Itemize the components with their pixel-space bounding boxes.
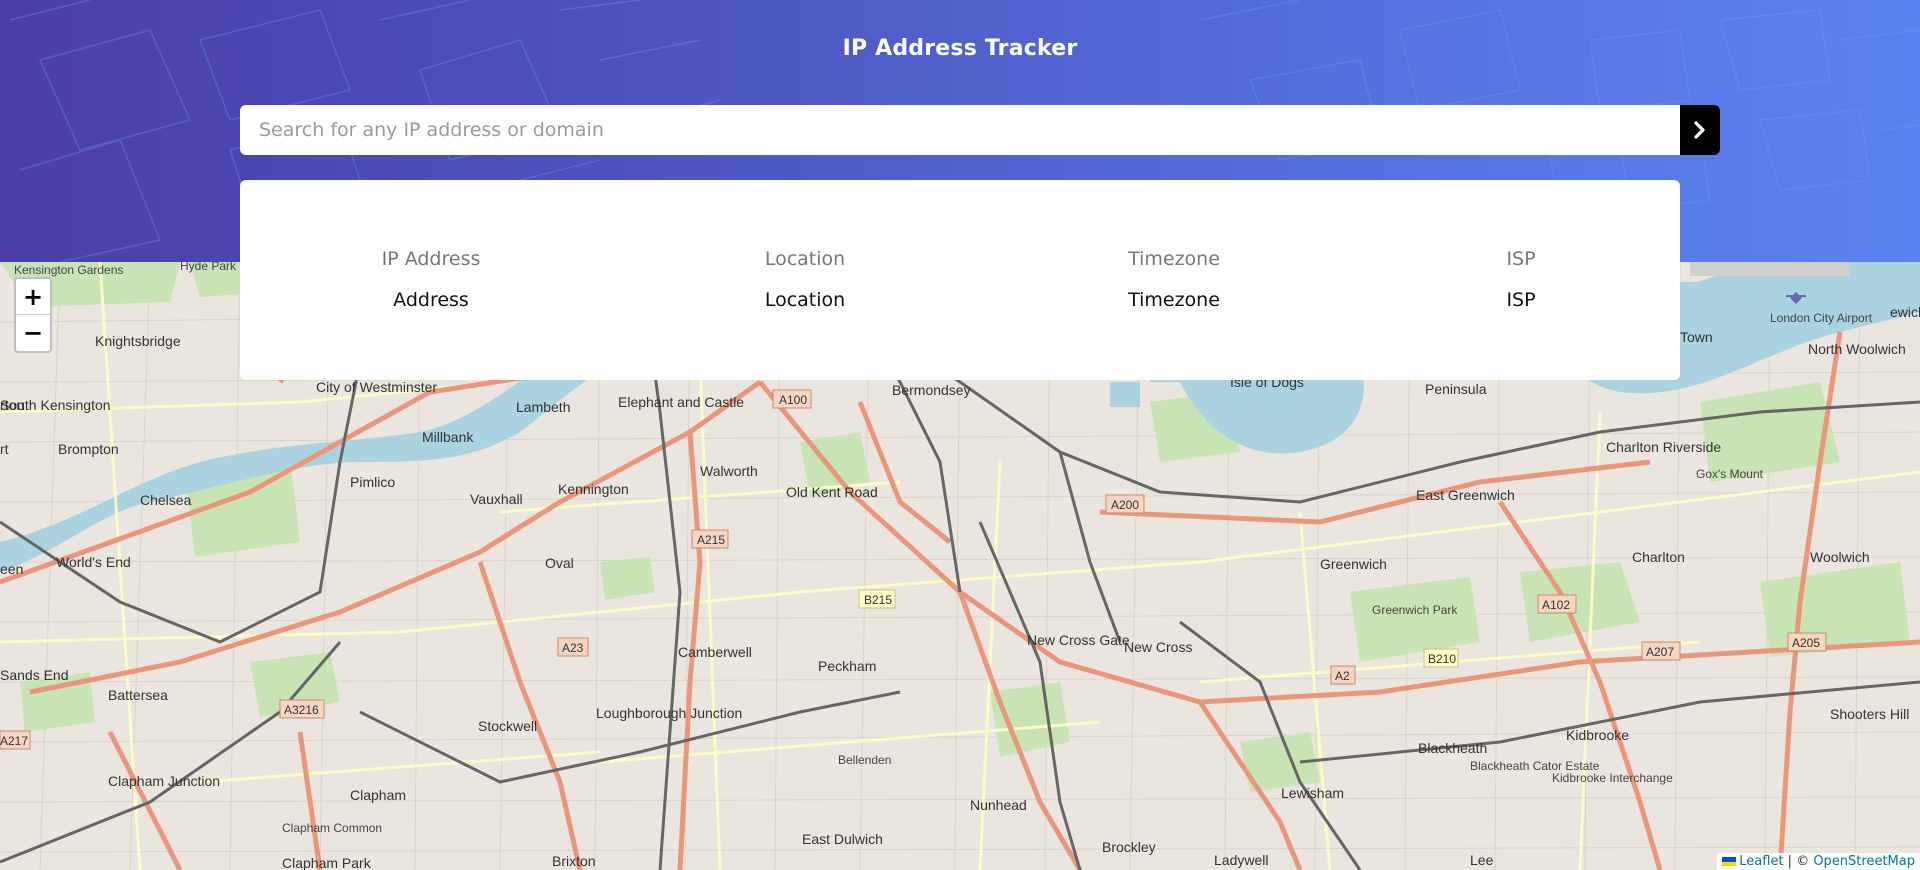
map-label: Charlton xyxy=(1632,549,1685,565)
map-label: Sands End xyxy=(0,667,69,683)
road-label: B210 xyxy=(1428,652,1456,666)
road-label: A200 xyxy=(1111,498,1139,512)
map-label: East Dulwich xyxy=(802,831,883,847)
map-label: Loughborough Junction xyxy=(596,705,742,721)
map-label: Shooters Hill xyxy=(1830,706,1909,722)
map-label: Greenwich xyxy=(1320,556,1387,572)
road-label: A23 xyxy=(562,641,584,655)
map-label: Charlton Riverside xyxy=(1606,439,1721,455)
map-label: Oval xyxy=(545,555,574,571)
map-label: Brixton xyxy=(552,853,596,869)
map-label: Peckham xyxy=(818,658,876,674)
ip-info-card: IP Address Address Location Location Tim… xyxy=(240,180,1680,380)
map-label: Kidbrooke xyxy=(1566,727,1629,743)
map-label: Kidbrooke Interchange xyxy=(1552,771,1673,785)
road-label: A217 xyxy=(0,734,28,748)
zoom-in-button[interactable]: + xyxy=(16,279,50,315)
map-label: Elephant and Castle xyxy=(618,394,744,410)
leaflet-link[interactable]: Leaflet xyxy=(1739,854,1783,869)
ip-address-column: IP Address Address xyxy=(301,248,561,311)
map-label: een xyxy=(0,561,23,577)
search-bar xyxy=(240,105,1720,155)
map-label: Battersea xyxy=(108,687,168,703)
map-label: Lee xyxy=(1470,852,1494,868)
isp-label: ISP xyxy=(1506,248,1536,270)
isp-column: ISP ISP xyxy=(1391,248,1651,311)
road-label: A205 xyxy=(1792,636,1820,650)
map-label: Clapham Park xyxy=(282,855,372,870)
road-label: A215 xyxy=(697,533,725,547)
map-label: Lambeth xyxy=(516,399,570,415)
road-label: A207 xyxy=(1646,645,1674,659)
map-label: Stockwell xyxy=(478,718,537,734)
map-label: Millbank xyxy=(422,429,474,445)
road-label: A100 xyxy=(779,393,807,407)
timezone-value: Timezone xyxy=(1128,289,1220,311)
map-label: London City Airport xyxy=(1770,311,1873,325)
map-label: Bermondsey xyxy=(892,382,971,398)
map-label: Town xyxy=(1680,329,1713,345)
map-label: Vauxhall xyxy=(470,491,523,507)
map-label: Greenwich Park xyxy=(1372,603,1458,617)
map-label: Brockley xyxy=(1102,839,1156,855)
map-label: Pimlico xyxy=(350,474,395,490)
location-value: Location xyxy=(764,289,846,311)
map-label: Ladywell xyxy=(1214,852,1268,868)
map-label: Chelsea xyxy=(140,492,192,508)
map-label: Blackheath xyxy=(1418,740,1487,756)
road-label: B215 xyxy=(864,593,892,607)
timezone-label: Timezone xyxy=(1128,248,1220,270)
map-label: Peninsula xyxy=(1425,381,1487,397)
map-label: Walworth xyxy=(700,463,758,479)
map-label: Hyde Park xyxy=(180,262,237,273)
map-label: Lewisham xyxy=(1281,785,1344,801)
road-label: A3216 xyxy=(284,703,319,717)
map-label: Old Kent Road xyxy=(786,484,878,500)
openstreetmap-link[interactable]: OpenStreetMap xyxy=(1813,854,1915,869)
map-label: New Cross xyxy=(1124,639,1192,655)
map-label: Knightsbridge xyxy=(95,333,181,349)
map-label: Camberwell xyxy=(678,644,752,660)
road-label: A102 xyxy=(1542,598,1570,612)
map-label: New Cross Gate xyxy=(1027,632,1130,648)
map-label: rt xyxy=(0,441,9,457)
map-label: World's End xyxy=(56,554,131,570)
map-label: ewich xyxy=(1890,304,1920,320)
zoom-control: + − xyxy=(14,277,52,353)
ip-address-label: IP Address xyxy=(381,248,481,270)
map-label: Brompton xyxy=(58,441,119,457)
map-label: Kensington Gardens xyxy=(14,263,123,277)
location-column: Location Location xyxy=(675,248,935,311)
location-label: Location xyxy=(764,248,846,270)
zoom-out-button[interactable]: − xyxy=(16,315,50,351)
map-attribution: Leaflet | © OpenStreetMap xyxy=(1717,853,1920,870)
map-label: Woolwich xyxy=(1810,549,1870,565)
chevron-right-icon xyxy=(1694,121,1705,139)
timezone-column: Timezone Timezone xyxy=(1044,248,1304,311)
map-label: City of Westminster xyxy=(316,379,437,395)
ip-address-value: Address xyxy=(393,289,469,311)
search-input[interactable] xyxy=(240,105,1680,155)
map-label: Nunhead xyxy=(970,797,1027,813)
map-label: Clapham xyxy=(350,787,406,803)
map-label: Clapham Junction xyxy=(108,773,220,789)
search-submit-button[interactable] xyxy=(1680,105,1720,155)
road-label: A2 xyxy=(1335,669,1350,683)
page-title: IP Address Tracker xyxy=(842,36,1078,61)
map-label: rton xyxy=(0,397,24,413)
attribution-separator: | © xyxy=(1783,854,1814,869)
map-label: Gox's Mount xyxy=(1696,467,1764,481)
ukraine-flag-icon xyxy=(1722,857,1737,866)
map-label: Kennington xyxy=(558,481,629,497)
map-label: East Greenwich xyxy=(1416,487,1515,503)
isp-value: ISP xyxy=(1506,289,1536,311)
map-label: Bellenden xyxy=(838,753,891,767)
map-label: Clapham Common xyxy=(282,821,382,835)
map-label: North Woolwich xyxy=(1808,341,1906,357)
